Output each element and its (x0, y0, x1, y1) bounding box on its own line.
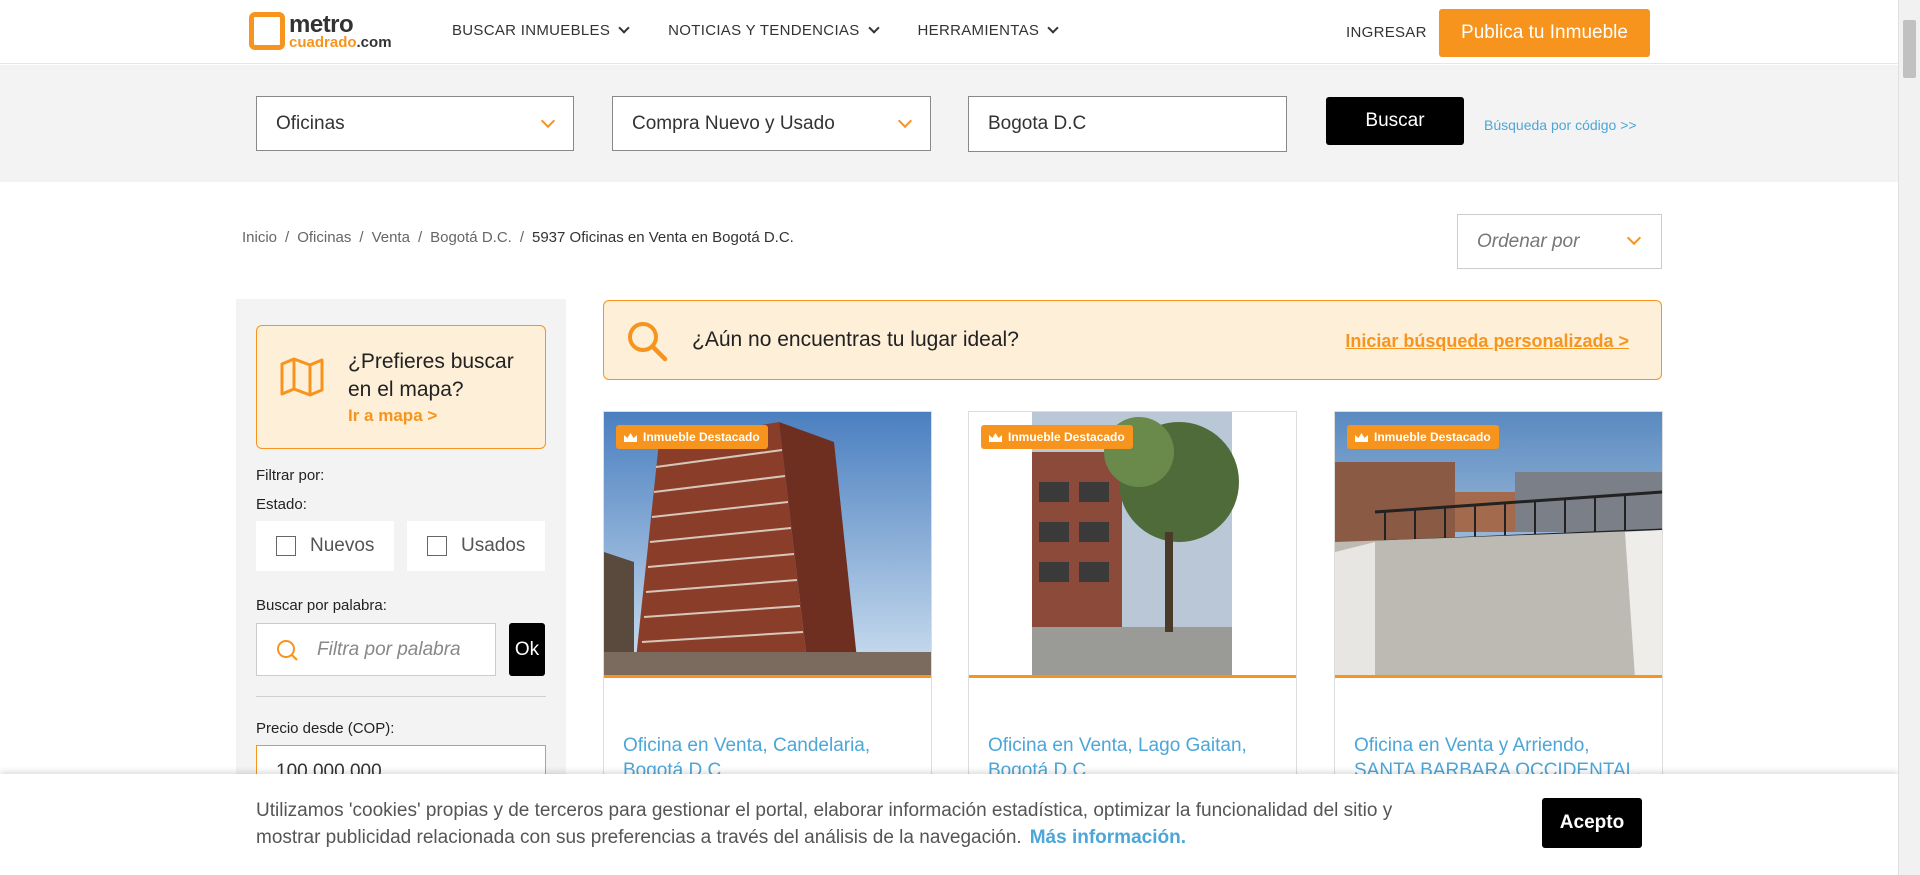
operation-select[interactable]: Compra Nuevo y Usado (612, 96, 931, 151)
featured-badge-label: Inmueble Destacado (1008, 430, 1125, 444)
featured-badge: Inmueble Destacado (1347, 425, 1499, 449)
listing-photo[interactable]: Inmueble Destacado (1335, 412, 1662, 678)
logo-cuadrado-text: cuadrado (289, 33, 357, 51)
search-icon (628, 322, 668, 362)
listing-photo[interactable]: Inmueble Destacado (604, 412, 931, 678)
crown-icon (624, 432, 637, 442)
nav-label: NOTICIAS Y TENDENCIAS (668, 22, 860, 39)
cookie-message: Utilizamos 'cookies' propias y de tercer… (256, 800, 1393, 848)
operation-value: Compra Nuevo y Usado (632, 113, 835, 134)
custom-search-link[interactable]: Iniciar búsqueda personalizada > (1345, 331, 1629, 352)
search-bar: Oficinas Compra Nuevo y Usado Buscar Bús… (0, 65, 1898, 182)
featured-badge-label: Inmueble Destacado (1374, 430, 1491, 444)
page: metro cuadrado.com BUSCAR INMUEBLES NOTI… (0, 0, 1920, 875)
crown-icon (989, 432, 1002, 442)
checkbox-icon (427, 536, 447, 556)
search-button[interactable]: Buscar (1326, 97, 1464, 145)
page-scrollbar[interactable] (1898, 0, 1920, 875)
site-logo[interactable]: metro cuadrado.com (249, 12, 392, 50)
breadcrumb-oficinas[interactable]: Oficinas (297, 229, 351, 246)
nav-herramientas[interactable]: HERRAMIENTAS (917, 22, 1059, 39)
nav-buscar-inmuebles[interactable]: BUSCAR INMUEBLES (452, 22, 630, 39)
more-info-link[interactable]: Más información. (1030, 827, 1186, 848)
order-by-select[interactable]: Ordenar por (1457, 214, 1662, 269)
word-search-label: Buscar por palabra: (256, 597, 387, 614)
cookie-text-block: Utilizamos 'cookies' propias y de tercer… (256, 797, 1436, 851)
chevron-down-icon (897, 113, 913, 129)
word-search-placeholder: Filtra por palabra (317, 638, 461, 660)
featured-badge: Inmueble Destacado (981, 425, 1133, 449)
state-new-checkbox[interactable]: Nuevos (256, 521, 394, 571)
breadcrumb-bogota[interactable]: Bogotá D.C. (430, 229, 512, 246)
nav-noticias[interactable]: NOTICIAS Y TENDENCIAS (668, 22, 880, 39)
property-type-select[interactable]: Oficinas (256, 96, 574, 151)
breadcrumb-inicio[interactable]: Inicio (242, 229, 277, 246)
featured-badge-label: Inmueble Destacado (643, 430, 760, 444)
breadcrumb-current: 5937 Oficinas en Venta en Bogotá D.C. (532, 229, 794, 246)
property-type-value: Oficinas (276, 113, 345, 134)
custom-search-banner: ¿Aún no encuentras tu lugar ideal? Inici… (603, 300, 1662, 380)
crown-icon (1355, 432, 1368, 442)
breadcrumb: Inicio / Oficinas / Venta / Bogotá D.C./ 59… (242, 229, 794, 246)
chevron-down-icon (867, 22, 880, 34)
listing-photo[interactable]: Inmueble Destacado (969, 412, 1296, 678)
logo-com-text: .com (356, 33, 392, 51)
map-search-title: ¿Prefieres buscar en el mapa? (348, 350, 514, 401)
chevron-down-icon (618, 22, 630, 34)
state-used-checkbox[interactable]: Usados (407, 521, 545, 571)
featured-badge: Inmueble Destacado (616, 425, 768, 449)
nav-label: BUSCAR INMUEBLES (452, 22, 611, 39)
banner-text: ¿Aún no encuentras tu lugar ideal? (692, 328, 1019, 351)
cookie-banner: Utilizamos 'cookies' propias y de tercer… (0, 774, 1898, 875)
search-by-code-link[interactable]: Búsqueda por código >> (1484, 117, 1637, 133)
order-by-placeholder: Ordenar por (1477, 231, 1580, 252)
top-header: metro cuadrado.com BUSCAR INMUEBLES NOTI… (0, 0, 1898, 64)
price-from-label: Precio desde (COP): (256, 720, 395, 737)
state-used-label: Usados (461, 535, 526, 556)
search-icon (277, 640, 298, 661)
checkbox-icon (276, 536, 296, 556)
logo-mark-icon (249, 12, 285, 50)
accept-cookies-button[interactable]: Acepto (1542, 798, 1642, 848)
chevron-down-icon (1626, 230, 1642, 246)
state-new-label: Nuevos (310, 535, 375, 556)
go-to-map-link[interactable]: Ir a mapa > (348, 406, 437, 426)
state-label: Estado: (256, 496, 307, 513)
filter-by-label: Filtrar por: (256, 467, 325, 484)
login-link[interactable]: INGRESAR (1346, 24, 1427, 41)
location-input[interactable] (968, 96, 1287, 152)
word-search-ok-button[interactable]: Ok (509, 623, 545, 676)
chevron-down-icon (540, 113, 556, 129)
nav-label: HERRAMIENTAS (917, 22, 1040, 39)
map-icon (280, 357, 324, 397)
divider (256, 696, 546, 697)
breadcrumb-venta[interactable]: Venta (372, 229, 410, 246)
main-nav: BUSCAR INMUEBLES NOTICIAS Y TENDENCIAS H… (452, 22, 1097, 39)
publish-property-button[interactable]: Publica tu Inmueble (1439, 9, 1650, 57)
chevron-down-icon (1047, 22, 1059, 34)
word-search-input[interactable]: Filtra por palabra (256, 623, 496, 676)
scrollbar-thumb[interactable] (1903, 20, 1916, 78)
map-search-box[interactable]: ¿Prefieres buscar en el mapa? Ir a mapa … (256, 325, 546, 449)
